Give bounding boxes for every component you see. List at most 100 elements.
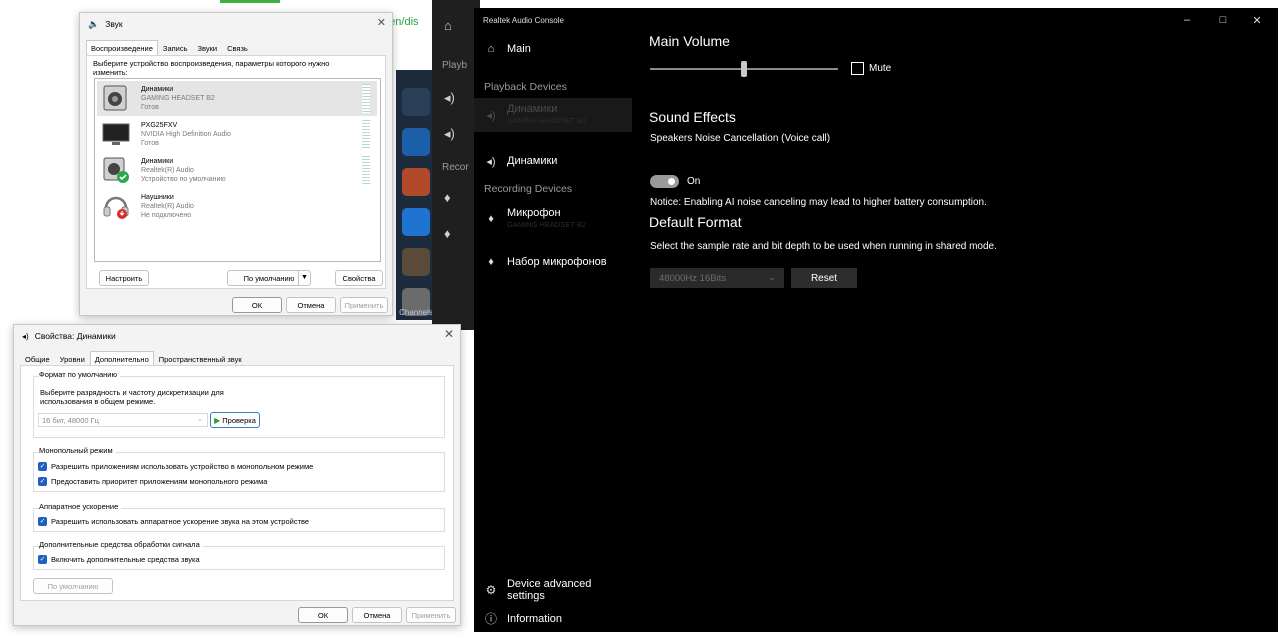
chevron-down-icon: ⌄ xyxy=(768,272,776,282)
properties-dialog-titlebar[interactable]: ◂) Свойства: Динамики xyxy=(14,325,460,347)
sidebar-item-playback-headset[interactable]: ◂) Динамики GAMING HEADSET B2 xyxy=(474,98,632,132)
device-status: Готов xyxy=(141,140,159,147)
apply-button[interactable]: Применить xyxy=(406,607,456,623)
microphone-icon: ♦ xyxy=(444,190,451,205)
chevron-down-icon: ⌄ xyxy=(197,416,203,423)
hw-accel-label: Разрешить использовать аппаратное ускоре… xyxy=(51,517,310,526)
speaker-app-icon: ◂) xyxy=(22,331,29,341)
device-name: Наушники xyxy=(141,194,174,201)
playback-panel: Выберите устройство воспроизведения, пар… xyxy=(86,55,386,289)
format-select[interactable]: 16 бит, 48000 Гц ⌄ xyxy=(38,413,208,427)
format-select-value: 16 бит, 48000 Гц xyxy=(42,415,99,425)
cancel-button[interactable]: Отмена xyxy=(352,607,402,623)
realtek-console-window: Realtek Audio Console – □ ✕ ⌂ Main Playb… xyxy=(474,8,1278,632)
properties-button[interactable]: Свойства xyxy=(335,270,383,286)
sound-effects-title: Sound Effects xyxy=(649,109,736,125)
sidebar-item-label: Information xyxy=(507,612,563,625)
minimize-icon[interactable]: – xyxy=(1170,8,1204,32)
sidebar-item-sublabel: GAMING HEADSET B2 xyxy=(507,220,587,229)
realtek-sidebar: ⌂ Main Playback Devices ◂) Динамики GAMI… xyxy=(474,32,632,632)
test-button[interactable]: ▶ Проверка xyxy=(210,412,260,428)
device-status: Готов xyxy=(141,104,159,111)
properties-dialog: ◂) Свойства: Динамики ✕ Общие Уровни Доп… xyxy=(13,324,461,626)
sidebar-item-playback-speakers[interactable]: ◂) Динамики xyxy=(474,144,632,178)
sidebar-item-recording-array[interactable]: ♦ Набор микрофонов xyxy=(474,245,632,279)
hw-accel-group-label: Аппаратное ускорение xyxy=(39,502,122,511)
sidebar-item-information[interactable]: ⓘ Information xyxy=(484,610,562,627)
default-format-group: Выберите разрядность и частоту дискретиз… xyxy=(33,376,445,438)
recording-devices-header: Recording Devices xyxy=(484,183,573,195)
sound-dialog-title: Звук xyxy=(105,19,123,29)
home-icon: ⌂ xyxy=(444,18,452,33)
speaker-default-icon xyxy=(102,156,130,184)
play-icon: ▶ xyxy=(214,415,221,425)
volume-slider-thumb[interactable] xyxy=(741,61,747,77)
mute-checkbox[interactable] xyxy=(851,62,864,75)
level-meter xyxy=(362,84,370,113)
hw-accel-group: ✓ Разрешить использовать аппаратное уско… xyxy=(33,508,445,532)
checkbox-checked[interactable]: ✓ xyxy=(38,517,47,526)
hw-accel-row[interactable]: ✓ Разрешить использовать аппаратное уско… xyxy=(38,517,309,526)
device-status: Не подключено xyxy=(141,212,192,219)
restore-defaults-button[interactable]: По умолчанию xyxy=(33,578,113,594)
gear-icon: ⚙ xyxy=(485,583,497,597)
apply-button[interactable]: Применить xyxy=(340,297,388,313)
default-format-desc: Select the sample rate and bit depth to … xyxy=(650,241,997,252)
background-tile xyxy=(402,88,430,116)
set-default-button[interactable]: По умолчанию ▼ xyxy=(227,270,311,286)
enhancements-row[interactable]: ✓ Включить дополнительные средства звука xyxy=(38,555,200,564)
sidebar-item-advanced-settings[interactable]: ⚙ Device advanced settings xyxy=(484,578,632,602)
microphone-icon: ♦ xyxy=(488,213,494,225)
background-app-strip: Channels xyxy=(396,70,436,320)
toggle-state-label: On xyxy=(687,176,701,187)
cancel-button[interactable]: Отмена xyxy=(286,297,336,313)
exclusive-priority-row[interactable]: ✓ Предоставить приоритет приложениям мон… xyxy=(38,477,267,486)
exclusive-mode-group: ✓ Разрешить приложениям использовать уст… xyxy=(33,452,445,492)
device-driver: GAMING HEADSET B2 xyxy=(141,95,215,102)
checkbox-checked[interactable]: ✓ xyxy=(38,462,47,471)
default-format-title: Default Format xyxy=(649,214,742,230)
ok-button[interactable]: ОК xyxy=(232,297,282,313)
device-item[interactable]: Динамики GAMING HEADSET B2 Готов xyxy=(97,81,377,116)
sidebar-item-label: Динамики xyxy=(507,155,558,167)
close-icon[interactable]: ✕ xyxy=(1240,8,1274,32)
configure-button[interactable]: Настроить xyxy=(99,270,149,286)
ok-button[interactable]: ОК xyxy=(298,607,348,623)
set-default-label: По умолчанию xyxy=(243,273,295,283)
properties-dialog-title: Свойства: Динамики xyxy=(34,331,116,341)
mute-label: Mute xyxy=(869,63,892,74)
microphone-icon: ♦ xyxy=(444,226,451,241)
sidebar-item-main[interactable]: ⌂ Main xyxy=(474,32,632,66)
chevron-down-icon[interactable]: ▼ xyxy=(298,271,310,285)
close-icon[interactable]: ✕ xyxy=(377,16,386,29)
background-tile xyxy=(402,128,430,156)
close-icon[interactable]: ✕ xyxy=(444,327,454,341)
format-dropdown[interactable]: 48000Hz 16Bits ⌄ xyxy=(650,268,784,288)
speaker-icon: ◂) xyxy=(486,155,496,168)
info-icon: ⓘ xyxy=(484,612,497,626)
sound-dialog-titlebar[interactable]: 🔈 Звук xyxy=(80,13,392,35)
background-label: Playb xyxy=(442,60,468,71)
device-name: Динамики xyxy=(141,158,174,165)
noise-cancel-label: Speakers Noise Cancellation (Voice call) xyxy=(650,133,831,144)
format-dropdown-value: 48000Hz 16Bits xyxy=(659,272,727,284)
device-item[interactable]: PXG25FXV NVIDIA High Definition Audio Го… xyxy=(97,117,377,152)
advanced-panel: Выберите разрядность и частоту дискретиз… xyxy=(20,365,454,601)
battery-notice: Notice: Enabling AI noise canceling may … xyxy=(650,197,987,208)
sidebar-item-recording-mic[interactable]: ♦ Микрофон GAMING HEADSET B2 xyxy=(474,202,632,236)
exclusive-allow-row[interactable]: ✓ Разрешить приложениям использовать уст… xyxy=(38,462,313,471)
background-dark-app: ⌂ Playb ◂) ◂) Recor ♦ ♦ xyxy=(432,0,480,330)
device-item[interactable]: Динамики Realtek(R) Audio Устройство по … xyxy=(97,153,377,188)
background-strip-label: Channels xyxy=(399,308,433,317)
toggle-knob xyxy=(668,178,675,185)
sidebar-item-label: Микрофон xyxy=(507,207,561,219)
checkbox-checked[interactable]: ✓ xyxy=(38,555,47,564)
reset-button[interactable]: Reset xyxy=(791,268,857,288)
background-tile xyxy=(402,248,430,276)
maximize-icon[interactable]: □ xyxy=(1206,8,1240,32)
device-item[interactable]: Наушники Realtek(R) Audio Не подключено xyxy=(97,189,377,224)
noise-cancel-toggle[interactable] xyxy=(650,175,679,188)
checkbox-checked[interactable]: ✓ xyxy=(38,477,47,486)
background-tile xyxy=(402,208,430,236)
sound-app-icon: 🔈 xyxy=(88,18,100,29)
